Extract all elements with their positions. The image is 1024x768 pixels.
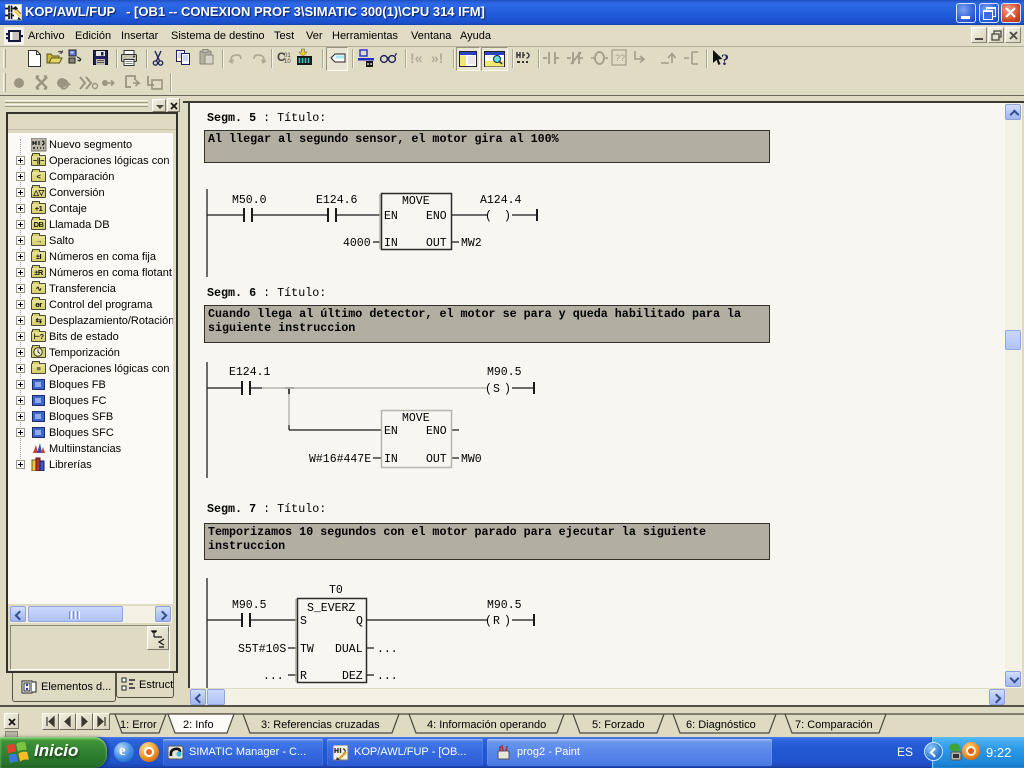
- svg-text:??: ??: [615, 53, 625, 63]
- svg-text:TW: TW: [300, 643, 314, 656]
- svg-text:DEZ: DEZ: [342, 670, 363, 683]
- svg-text:EN: EN: [384, 210, 398, 223]
- svg-text:(: (: [485, 615, 492, 628]
- svg-text:M50.0: M50.0: [232, 194, 267, 207]
- svg-text:MW0: MW0: [461, 453, 482, 466]
- svg-text:5: Forzado: 5: Forzado: [592, 719, 645, 731]
- svg-text:4: Información operando: 4: Información operando: [427, 719, 546, 731]
- svg-text:(: (: [485, 210, 492, 223]
- svg-text:...: ...: [377, 643, 398, 656]
- svg-text:!«: !«: [410, 50, 423, 66]
- svg-text:ENO: ENO: [426, 210, 447, 223]
- svg-text:E124.1: E124.1: [229, 366, 271, 379]
- svg-text:2: Info: 2: Info: [183, 719, 214, 731]
- svg-text:»!: »!: [431, 50, 443, 66]
- svg-text:EN: EN: [384, 425, 398, 438]
- svg-text:...: ...: [377, 670, 398, 683]
- svg-text:MOVE: MOVE: [402, 412, 430, 425]
- svg-text:?: ?: [721, 52, 729, 69]
- svg-text:M90.5: M90.5: [487, 599, 522, 612]
- svg-text:S: S: [300, 615, 307, 628]
- svg-text:DUAL: DUAL: [335, 643, 363, 656]
- svg-text:MOVE: MOVE: [402, 195, 430, 208]
- svg-text:(: (: [485, 383, 492, 396]
- svg-text:T0: T0: [329, 584, 343, 597]
- svg-text:S: S: [493, 383, 500, 396]
- svg-text:): ): [504, 383, 511, 396]
- svg-text:A124.4: A124.4: [480, 194, 522, 207]
- svg-text:Q: Q: [356, 615, 363, 628]
- svg-text:IN: IN: [384, 453, 398, 466]
- svg-text:6: Diagnóstico: 6: Diagnóstico: [686, 719, 756, 731]
- svg-text:ENO: ENO: [426, 425, 447, 438]
- svg-text:1: Error: 1: Error: [120, 719, 157, 731]
- svg-text:M90.5: M90.5: [487, 366, 522, 379]
- svg-text:MW2: MW2: [461, 237, 482, 250]
- svg-text:): ): [504, 210, 511, 223]
- svg-text:): ): [504, 615, 511, 628]
- svg-text:R: R: [300, 670, 307, 683]
- svg-text:W#16#447E: W#16#447E: [309, 453, 371, 466]
- svg-text:E124.6: E124.6: [316, 194, 358, 207]
- svg-text:M90.5: M90.5: [232, 599, 267, 612]
- svg-text:4000: 4000: [343, 237, 371, 250]
- svg-text:3: Referencias cruzadas: 3: Referencias cruzadas: [261, 719, 380, 731]
- svg-text:OUT: OUT: [426, 453, 447, 466]
- svg-text:7: Comparación: 7: Comparación: [795, 719, 873, 731]
- svg-text:OUT: OUT: [426, 237, 447, 250]
- svg-text:...: ...: [263, 670, 284, 683]
- svg-text:10: 10: [284, 59, 291, 65]
- svg-text:S5T#10S: S5T#10S: [238, 643, 286, 656]
- svg-text:S_EVERZ: S_EVERZ: [307, 602, 355, 615]
- svg-text:R: R: [493, 615, 500, 628]
- svg-text:IN: IN: [384, 237, 398, 250]
